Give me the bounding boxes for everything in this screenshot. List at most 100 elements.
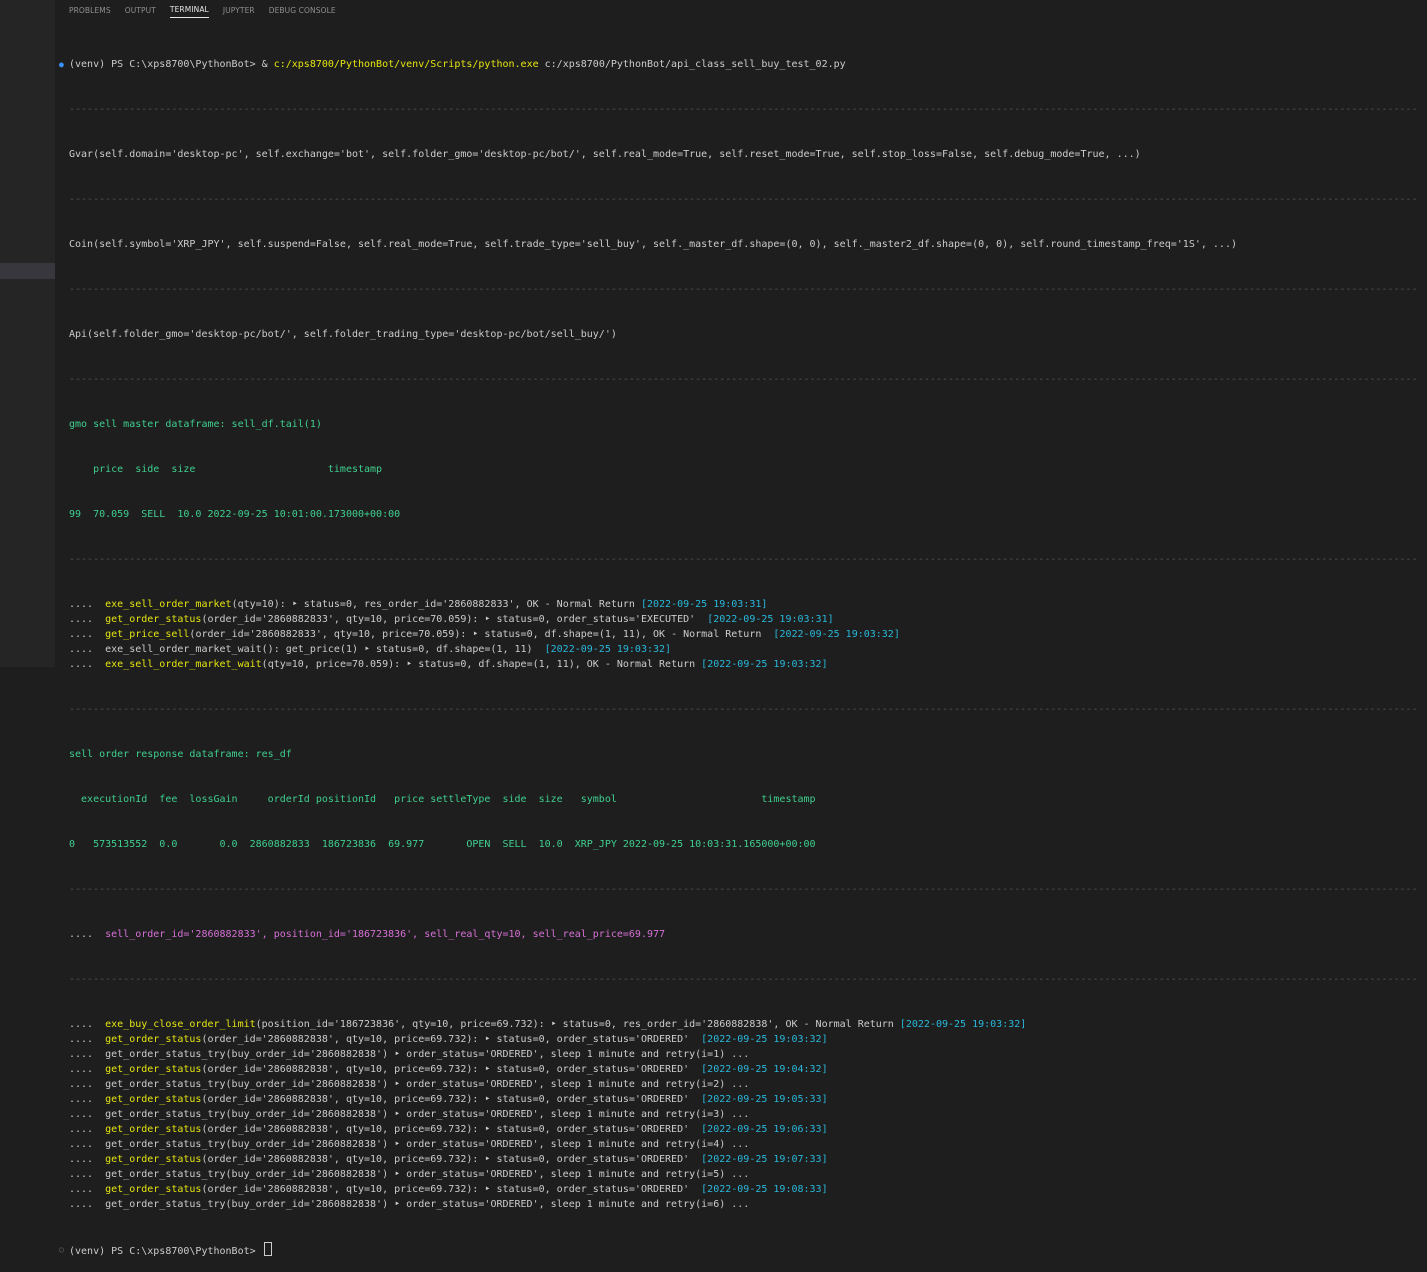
log-message: (order_id='2860882833', qty=10, price=70… xyxy=(201,614,708,625)
terminal-cursor[interactable] xyxy=(263,1242,272,1256)
log-message: (position_id='186723836', qty=10, price=… xyxy=(255,1019,900,1030)
prompt-text: (venv) PS C:\xps8700\PythonBot> & xyxy=(69,59,274,70)
coin-line: Coin(self.symbol='XRP_JPY', self.suspend… xyxy=(69,239,1237,250)
log-line: .... get_order_status_try(buy_order_id='… xyxy=(57,1107,1419,1122)
log-prefix: .... xyxy=(69,1064,106,1075)
log-prefix: .... xyxy=(69,929,106,940)
log-message: (order_id='2860882838', qty=10, price=69… xyxy=(201,1184,702,1195)
log-timestamp: [2022-09-25 19:03:31] xyxy=(707,614,834,625)
python-exe-path[interactable]: c:/xps8700/PythonBot/venv/Scripts/python… xyxy=(274,59,539,70)
function-name: get_order_status xyxy=(105,1034,202,1045)
log-line: .... get_order_status(order_id='28608828… xyxy=(57,1092,1419,1107)
log-timestamp: [2022-09-25 19:03:32] xyxy=(701,659,828,670)
tab-jupyter[interactable]: JUPYTER xyxy=(223,3,255,18)
sell-summary-text: sell_order_id='2860882833', position_id=… xyxy=(105,929,666,940)
log-prefix: .... xyxy=(69,644,106,655)
function-name: get_order_status xyxy=(105,1124,202,1135)
log-timestamp: [2022-09-25 19:03:32] xyxy=(773,629,900,640)
log-line: .... get_order_status_try(buy_order_id='… xyxy=(57,1077,1419,1092)
function-name: exe_sell_order_market xyxy=(105,599,232,610)
function-name: exe_sell_order_market_wait xyxy=(105,659,262,670)
tab-debug-console[interactable]: DEBUG CONSOLE xyxy=(269,3,336,18)
log-message: get_order_status_try(buy_order_id='28608… xyxy=(105,1169,750,1180)
log-timestamp: [2022-09-25 19:07:33] xyxy=(701,1154,828,1165)
panel-tabs: PROBLEMS OUTPUT TERMINAL JUPYTER DEBUG C… xyxy=(55,0,1427,20)
function-name: get_order_status xyxy=(105,614,202,625)
log-message: (order_id='2860882833', qty=10, price=70… xyxy=(189,629,774,640)
res-df-row: 0 573513552 0.0 0.0 2860882833 186723836… xyxy=(69,839,816,850)
log-timestamp: [2022-09-25 19:03:32] xyxy=(544,644,672,655)
prompt-decoration-icon[interactable]: ○ xyxy=(59,1242,64,1257)
final-prompt-text: (venv) PS C:\xps8700\PythonBot> xyxy=(69,1246,262,1257)
log-line: .... get_order_status(order_id='28608828… xyxy=(57,1152,1419,1167)
log-message: (order_id='2860882838', qty=10, price=69… xyxy=(201,1154,702,1165)
log-prefix: .... xyxy=(69,1049,106,1060)
separator-line: ----------------------------------------… xyxy=(69,704,1419,715)
log-line: .... get_order_status_try(buy_order_id='… xyxy=(57,1197,1419,1212)
log-timestamp: [2022-09-25 19:03:31] xyxy=(640,599,768,610)
log-message: exe_sell_order_market_wait(): get_price(… xyxy=(105,644,545,655)
command-decoration-icon[interactable]: ● xyxy=(59,57,64,72)
log-message: get_order_status_try(buy_order_id='28608… xyxy=(105,1139,750,1150)
log-line: .... get_order_status(order_id='28608828… xyxy=(57,1122,1419,1137)
log-timestamp: [2022-09-25 19:08:33] xyxy=(701,1184,828,1195)
log-line: .... get_order_status_try(buy_order_id='… xyxy=(57,1167,1419,1182)
log-timestamp: [2022-09-25 19:03:32] xyxy=(899,1019,1027,1030)
log-prefix: .... xyxy=(69,1184,106,1195)
log-prefix: .... xyxy=(69,1199,106,1210)
log-prefix: .... xyxy=(69,659,106,670)
command-line: ● (venv) PS C:\xps8700\PythonBot> & c:/xp… xyxy=(57,57,1419,72)
separator-line: ----------------------------------------… xyxy=(69,884,1419,895)
log-message: get_order_status_try(buy_order_id='28608… xyxy=(105,1079,750,1090)
log-prefix: .... xyxy=(69,1079,106,1090)
log-prefix: .... xyxy=(69,1094,106,1105)
tab-terminal[interactable]: TERMINAL xyxy=(169,2,209,18)
log-line: .... exe_sell_order_market_wait(qty=10, … xyxy=(57,657,1419,672)
log-prefix: .... xyxy=(69,1124,106,1135)
tab-problems[interactable]: PROBLEMS xyxy=(69,3,111,18)
log-line: .... exe_sell_order_market_wait(): get_p… xyxy=(57,642,1419,657)
separator-line: ----------------------------------------… xyxy=(69,104,1419,115)
terminal-output[interactable]: ● (venv) PS C:\xps8700\PythonBot> & c:/xp… xyxy=(57,27,1419,1272)
separator-line: ----------------------------------------… xyxy=(69,284,1419,295)
log-timestamp: [2022-09-25 19:06:33] xyxy=(701,1124,828,1135)
order-log-block-2: .... exe_buy_close_order_limit(position_… xyxy=(57,1017,1419,1212)
activity-bar xyxy=(0,0,55,667)
log-line: .... get_order_status(order_id='28608828… xyxy=(57,1032,1419,1047)
log-line: .... get_order_status(order_id='28608828… xyxy=(57,612,1419,627)
log-prefix: .... xyxy=(69,614,106,625)
master-df-row: 99 70.059 SELL 10.0 2022-09-25 10:01:00.… xyxy=(69,509,401,520)
function-name: get_order_status xyxy=(105,1184,202,1195)
log-timestamp: [2022-09-25 19:05:33] xyxy=(701,1094,828,1105)
log-prefix: .... xyxy=(69,599,106,610)
log-line: .... get_price_sell(order_id='2860882833… xyxy=(57,627,1419,642)
function-name: get_price_sell xyxy=(105,629,190,640)
function-name: get_order_status xyxy=(105,1064,202,1075)
log-prefix: .... xyxy=(69,1154,106,1165)
log-prefix: .... xyxy=(69,1169,106,1180)
log-message: get_order_status_try(buy_order_id='28608… xyxy=(105,1109,750,1120)
final-prompt-line: ○ (venv) PS C:\xps8700\PythonBot> xyxy=(57,1242,1419,1257)
function-name: get_order_status xyxy=(105,1094,202,1105)
log-line: .... exe_buy_close_order_limit(position_… xyxy=(57,1017,1419,1032)
order-log-block-1: .... exe_sell_order_market(qty=10): ‣ st… xyxy=(57,597,1419,672)
separator-line: ----------------------------------------… xyxy=(69,374,1419,385)
tab-output[interactable]: OUTPUT xyxy=(125,3,156,18)
gvar-line: Gvar(self.domain='desktop-pc', self.exch… xyxy=(69,149,1141,160)
log-prefix: .... xyxy=(69,1034,106,1045)
master-df-header: price side size timestamp xyxy=(69,464,383,475)
log-message: (order_id='2860882838', qty=10, price=69… xyxy=(201,1124,702,1135)
log-message: (order_id='2860882838', qty=10, price=69… xyxy=(201,1064,702,1075)
log-message: (order_id='2860882838', qty=10, price=69… xyxy=(201,1094,702,1105)
log-message: (qty=10, price=70.059): ‣ status=0, df.s… xyxy=(261,659,702,670)
activity-item-highlight[interactable] xyxy=(0,263,55,279)
log-line: .... exe_sell_order_market(qty=10): ‣ st… xyxy=(57,597,1419,612)
log-line: .... get_order_status_try(buy_order_id='… xyxy=(57,1047,1419,1062)
api-line: Api(self.folder_gmo='desktop-pc/bot/', s… xyxy=(69,329,617,340)
log-prefix: .... xyxy=(69,1109,106,1120)
script-path[interactable]: c:/xps8700/PythonBot/api_class_sell_buy_… xyxy=(539,59,846,70)
log-message: (order_id='2860882838', qty=10, price=69… xyxy=(201,1034,702,1045)
separator-line: ----------------------------------------… xyxy=(69,194,1419,205)
log-message: (qty=10): ‣ status=0, res_order_id='2860… xyxy=(231,599,641,610)
log-timestamp: [2022-09-25 19:04:32] xyxy=(701,1064,828,1075)
